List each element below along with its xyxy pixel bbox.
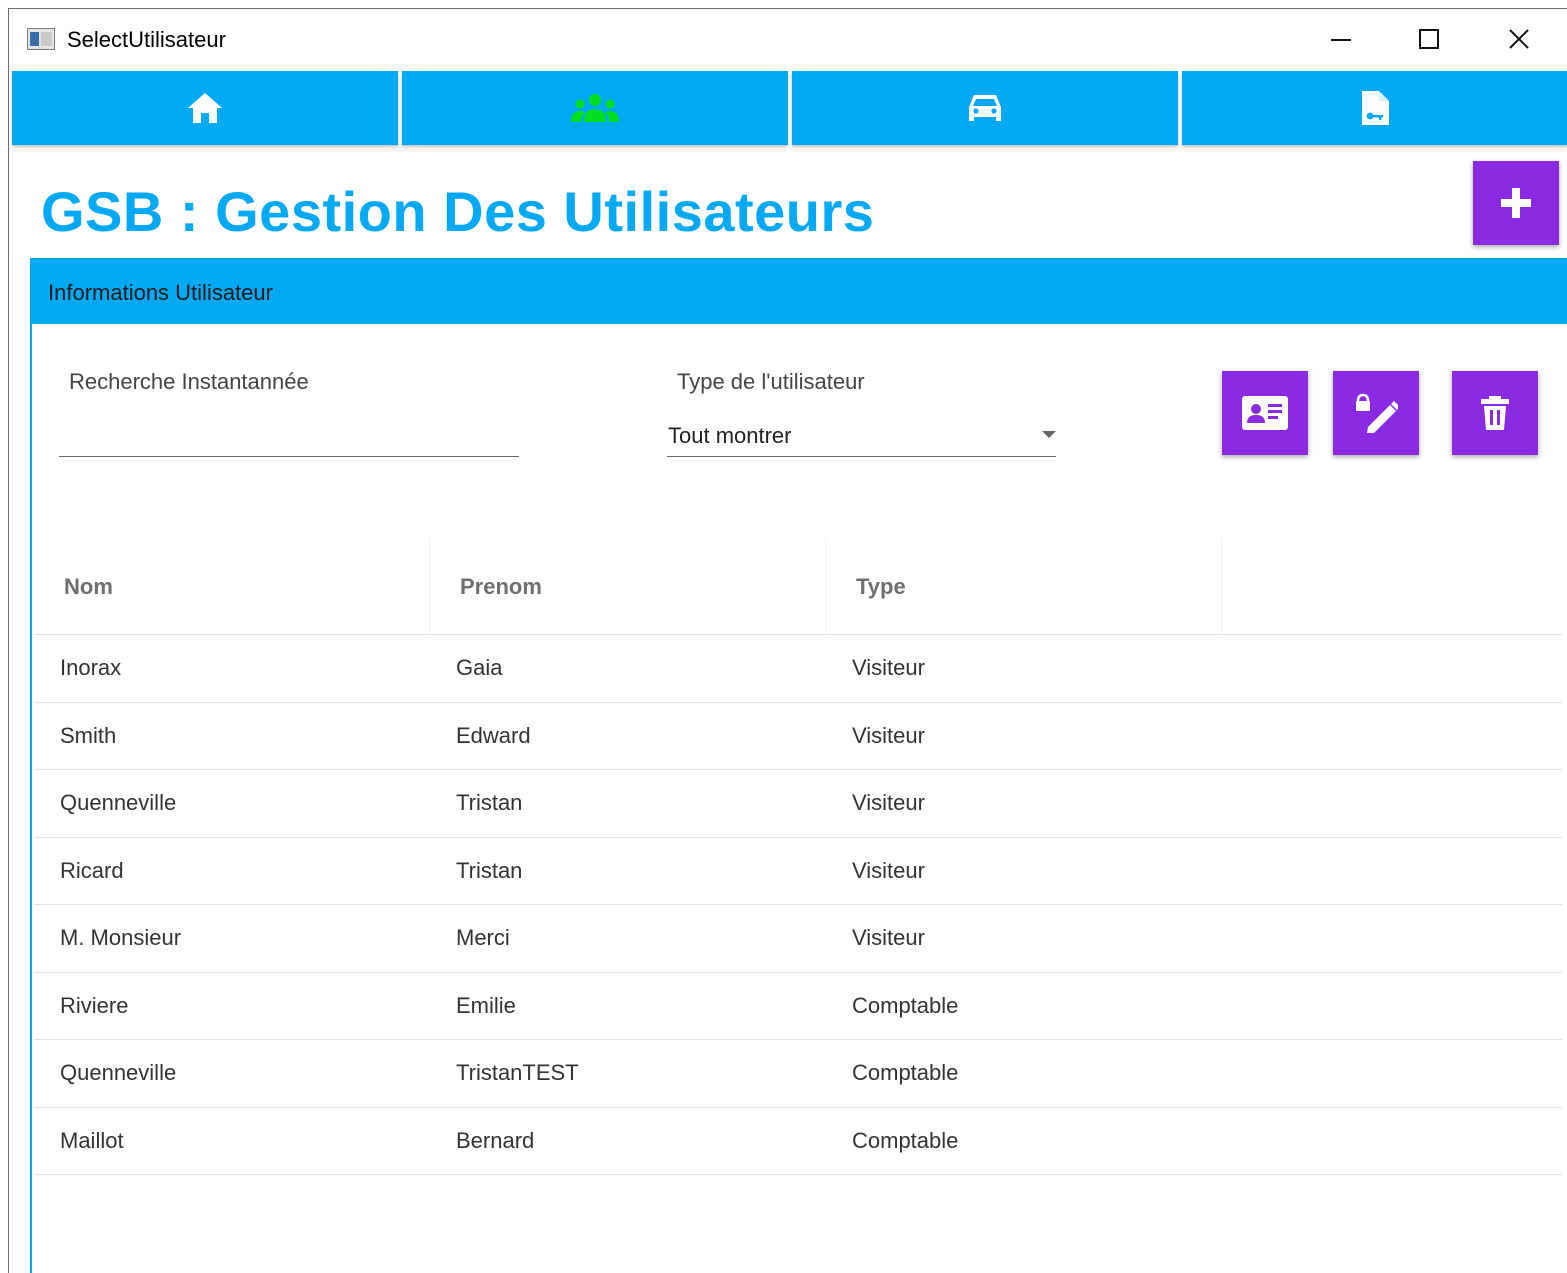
table-row[interactable]: Smith Edward Visiteur [34,703,1562,770]
users-icon [571,94,619,122]
title-bar: SelectUtilisateur [9,9,1567,71]
home-icon [188,93,222,123]
lock-pencil-icon [1356,393,1398,433]
id-card-icon [1242,396,1288,430]
table-row[interactable]: Ricard Tristan Visiteur [34,838,1562,905]
cell-prenom: Bernard [456,1127,535,1153]
app-icon [27,28,55,50]
trash-icon [1481,396,1509,430]
column-header-nom[interactable]: Nom [34,538,430,635]
users-table: Nom Prenom Type Inorax Gaia Visiteur Smi… [34,538,1562,1175]
cell-prenom: Gaia [456,655,503,681]
nav-tab-documents[interactable] [1182,71,1567,145]
plus-icon [1501,188,1531,218]
table-row[interactable]: M. Monsieur Merci Visiteur [34,905,1562,973]
search-input[interactable] [59,413,519,457]
top-navigation [12,71,1567,145]
view-user-button[interactable] [1222,371,1308,455]
cell-nom: Inorax [60,655,122,681]
user-info-card: Informations Utilisateur Recherche Insta… [30,258,1567,1273]
window-title: SelectUtilisateur [67,27,226,52]
cell-type: Comptable [852,1127,959,1153]
table-row[interactable]: Quenneville Tristan Visiteur [34,770,1562,838]
cell-type: Visiteur [852,655,925,681]
cell-type: Comptable [852,1060,959,1086]
cell-prenom: Tristan [456,857,523,883]
table-header: Nom Prenom Type [34,538,1562,635]
table-row[interactable]: Quenneville TristanTEST Comptable [34,1040,1562,1108]
column-header-type[interactable]: Type [826,538,1222,635]
card-header: Informations Utilisateur [32,258,1567,324]
table-row[interactable]: Riviere Emilie Comptable [34,973,1562,1040]
table-row[interactable]: Maillot Bernard Comptable [34,1108,1562,1175]
cell-prenom: TristanTEST [456,1060,579,1086]
cell-nom: Ricard [60,857,124,883]
cell-nom: Smith [60,722,117,748]
minimize-icon [1331,39,1351,41]
cell-nom: Riviere [60,992,129,1018]
cell-type: Visiteur [852,790,925,816]
cell-type: Visiteur [852,722,925,748]
user-type-value: Tout montrer [668,423,792,448]
user-type-select[interactable]: Tout montrer [667,413,1056,457]
cell-prenom: Merci [456,925,510,951]
table-row[interactable]: Inorax Gaia Visiteur [34,635,1562,703]
card-header-title: Informations Utilisateur [48,280,273,305]
search-label: Recherche Instantannée [69,369,309,394]
maximize-icon [1419,29,1439,49]
nav-tab-vehicles[interactable] [792,71,1178,145]
column-header-empty [1222,538,1562,635]
cell-nom: Quenneville [60,1060,177,1086]
cell-type: Comptable [852,992,959,1018]
cell-nom: Quenneville [60,790,177,816]
cell-nom: M. Monsieur [60,925,182,951]
maximize-button[interactable] [1399,19,1459,59]
page-title: GSB : Gestion Des Utilisateurs [41,180,875,243]
user-type-label: Type de l'utilisateur [677,369,865,394]
app-window: SelectUtilisateur GSB: Gestion Des Util… [8,8,1567,1273]
nav-tab-users[interactable] [402,71,788,145]
edit-password-button[interactable] [1333,371,1419,455]
cell-type: Visiteur [852,925,925,951]
nav-tab-home[interactable] [12,71,398,145]
cell-nom: Maillot [60,1127,124,1153]
close-button[interactable] [1489,19,1549,59]
cell-prenom: Emilie [456,992,516,1018]
chevron-down-icon [1042,431,1056,438]
delete-user-button[interactable] [1452,371,1538,455]
minimize-button[interactable] [1311,19,1371,59]
file-key-icon [1362,91,1389,125]
column-header-prenom[interactable]: Prenom [430,538,826,635]
cell-prenom: Edward [456,722,531,748]
add-user-button[interactable] [1473,161,1559,245]
close-icon [1509,29,1529,49]
car-icon [969,95,1001,121]
cell-prenom: Tristan [456,790,523,816]
cell-type: Visiteur [852,857,925,883]
